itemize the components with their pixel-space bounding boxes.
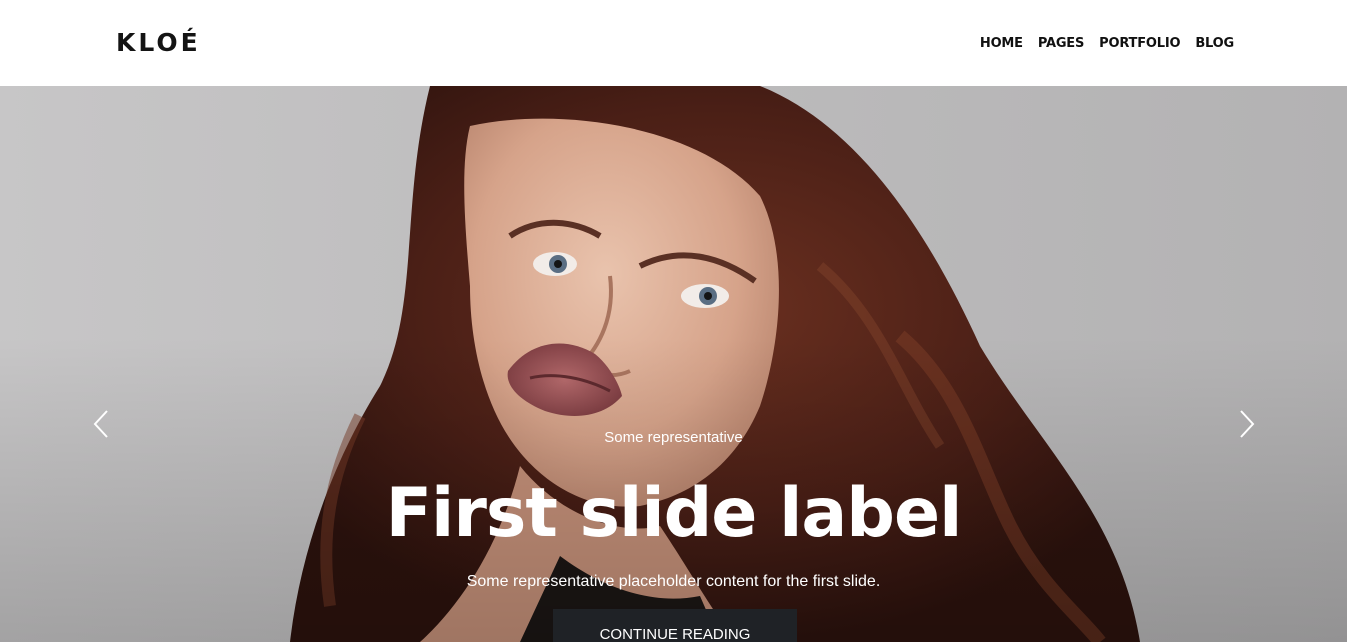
nav-portfolio-link[interactable]: PORTFOLIO xyxy=(1099,36,1180,52)
nav-blog-link[interactable]: BLOG xyxy=(1195,36,1234,52)
continue-reading-button[interactable]: CONTINUE READING xyxy=(553,609,797,642)
site-header: KLOÉ HOME PAGES PORTFOLIO BLOG xyxy=(0,0,1347,86)
nav-pages-link[interactable]: PAGES xyxy=(1038,36,1085,52)
nav-home-link[interactable]: HOME xyxy=(980,36,1023,52)
slide-title: First slide label xyxy=(385,474,963,553)
hero-carousel: Some representative First slide label So… xyxy=(0,86,1347,642)
slide-eyebrow: Some representative xyxy=(604,429,743,446)
main-nav: HOME PAGES PORTFOLIO BLOG xyxy=(980,36,1234,52)
hero-overlay xyxy=(0,86,1347,642)
site-logo[interactable]: KLOÉ xyxy=(116,28,201,58)
slide-description: Some representative placeholder content … xyxy=(466,573,881,590)
